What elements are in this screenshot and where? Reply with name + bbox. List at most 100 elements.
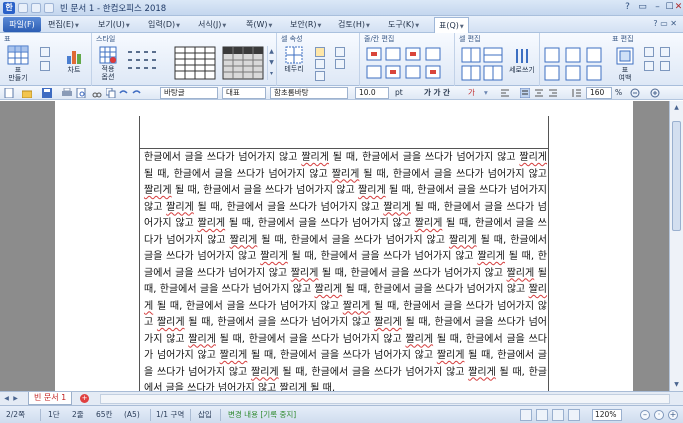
- align-justify-icon[interactable]: [520, 88, 530, 98]
- vertical-scrollbar[interactable]: ▲ ▼: [669, 101, 683, 391]
- zoom-input[interactable]: 160: [586, 87, 612, 99]
- table-style-dark[interactable]: [222, 46, 264, 80]
- font-color-button[interactable]: 가: [468, 87, 475, 99]
- undo-icon[interactable]: [118, 88, 128, 98]
- lang-select[interactable]: 대표: [222, 87, 266, 99]
- preview-icon[interactable]: [76, 88, 86, 98]
- zoom-out-icon[interactable]: [630, 88, 640, 98]
- menu-security[interactable]: 보안(R)▼: [290, 17, 321, 32]
- table-margin-button[interactable]: 표 여백: [612, 47, 638, 82]
- scroll-thumb[interactable]: [672, 121, 681, 231]
- menu-review[interactable]: 검토(H)▼: [338, 17, 370, 32]
- app-icon[interactable]: 한: [3, 2, 15, 14]
- line-spacing-icon[interactable]: [572, 88, 582, 98]
- zoom-slider-handle[interactable]: ·: [654, 410, 664, 420]
- view-page-icon[interactable]: [536, 409, 548, 421]
- quick-menu-icon[interactable]: [44, 3, 54, 13]
- status-track-changes[interactable]: 변경 내용 [기록 중지]: [228, 409, 296, 421]
- table-style-grid[interactable]: [174, 46, 216, 80]
- view-web-icon[interactable]: [552, 409, 564, 421]
- erase-table-icon[interactable]: [40, 61, 50, 71]
- file-menu[interactable]: 파일(F): [3, 17, 41, 32]
- spellcheck-word: 짤리게: [506, 267, 535, 279]
- spellcheck-word: 짤리게: [358, 185, 386, 196]
- status-page[interactable]: 2/2쪽: [6, 409, 25, 421]
- vertical-text-icon: [516, 49, 528, 63]
- save-icon[interactable]: [42, 88, 52, 98]
- menu-insert[interactable]: 입력(D)▼: [148, 17, 180, 32]
- view-outline-icon[interactable]: [568, 409, 580, 421]
- table-style-plain[interactable]: [126, 47, 166, 81]
- horizontal-scrollbar[interactable]: [100, 394, 670, 404]
- style-select[interactable]: 바탕글: [160, 87, 218, 99]
- tab-next-icon[interactable]: ▶: [12, 394, 19, 403]
- zoom-in-icon[interactable]: [650, 88, 660, 98]
- copy-icon[interactable]: [106, 88, 116, 98]
- menu-right-controls[interactable]: ? ▭ ✕: [653, 19, 677, 28]
- scroll-down-icon[interactable]: ▼: [672, 380, 681, 389]
- chart-button[interactable]: 차트: [60, 47, 88, 74]
- zoom-plus-button[interactable]: +: [668, 410, 678, 420]
- document-page[interactable]: 한글에서 글을 쓰다가 넘어가지 않고 짤리게 될 때, 한글에서 글을 쓰다가…: [55, 101, 633, 391]
- line-style-icon[interactable]: [315, 71, 325, 81]
- table-props-icon[interactable]: [644, 47, 654, 57]
- restore-ribbon-icon[interactable]: ▭: [636, 2, 649, 14]
- table-sort-icon[interactable]: [660, 61, 670, 71]
- scroll-up-icon[interactable]: ▲: [672, 103, 681, 112]
- table-calc-icon[interactable]: [660, 47, 670, 57]
- menu-tools[interactable]: 도구(K)▼: [388, 17, 419, 32]
- quick-save-icon[interactable]: [18, 3, 28, 13]
- style-gallery-scroll[interactable]: ▲ ▼ ▾: [267, 46, 275, 80]
- document-canvas[interactable]: 한글에서 글을 쓰다가 넘어가지 않고 짤리게 될 때, 한글에서 글을 쓰다가…: [0, 101, 669, 391]
- cell-fill-icon[interactable]: [315, 47, 325, 57]
- border-button[interactable]: 테두리: [282, 46, 306, 73]
- menu-edit[interactable]: 편집(E)▼: [48, 17, 79, 32]
- vertical-write-button[interactable]: 세로쓰기: [507, 47, 537, 74]
- align-right-icon[interactable]: [548, 88, 558, 98]
- quick-undo-icon[interactable]: [31, 3, 41, 13]
- font-select[interactable]: 함초롬바탕: [270, 87, 348, 99]
- menu-page[interactable]: 쪽(W)▼: [246, 17, 272, 32]
- spellcheck-word: 짤리게: [448, 234, 477, 246]
- row-col-insert-icons[interactable]: [366, 47, 450, 81]
- table-margin-icon: [616, 47, 634, 65]
- zoom-minus-button[interactable]: –: [640, 410, 650, 420]
- new-doc-icon[interactable]: [4, 88, 14, 98]
- print-icon[interactable]: [62, 88, 72, 98]
- tab-prev-icon[interactable]: ◀: [3, 394, 10, 403]
- text-run: 될 때, 한글에서 글을 쓰다가 넘어가지 않고: [153, 300, 343, 312]
- font-size-input[interactable]: 10.0: [355, 87, 389, 99]
- bold-italic-underline-buttons[interactable]: 가 가 간: [424, 87, 450, 99]
- cell-align-icon[interactable]: [335, 47, 345, 57]
- make-table-button[interactable]: 표 만들기: [4, 45, 32, 82]
- highlight-button[interactable]: ▾: [484, 87, 488, 99]
- text-run: 될 때,: [307, 383, 336, 391]
- redo-icon[interactable]: [132, 88, 142, 98]
- status-insert-mode[interactable]: 삽입: [198, 409, 212, 421]
- status-zoom-select[interactable]: 120%: [592, 409, 622, 421]
- cut-icon[interactable]: [92, 88, 102, 98]
- menu-table-active[interactable]: 표(Q)▼: [434, 17, 469, 33]
- chevron-down-icon: ▼: [75, 23, 79, 29]
- apply-options-button[interactable]: 적용 옵션: [95, 46, 121, 81]
- align-center-icon[interactable]: [534, 88, 544, 98]
- text-run: 될 때, 한글에서 글을 쓰다가 넘어가지 않고: [247, 350, 437, 361]
- draw-table-icon[interactable]: [40, 47, 50, 57]
- menu-view[interactable]: 보기(U)▼: [98, 17, 130, 32]
- close-icon[interactable]: ✕: [672, 2, 683, 14]
- table-edit-icons[interactable]: [544, 47, 608, 81]
- doc-tab[interactable]: 빈 문서 1: [28, 392, 73, 405]
- menu-format[interactable]: 서식(J)▼: [198, 17, 226, 32]
- cell-valign-icon[interactable]: [335, 59, 345, 69]
- spellcheck-word: 짤리게: [279, 383, 308, 391]
- text-run: 될 때, 한글에서 글을 쓰다가 넘어가지 않고: [278, 366, 469, 378]
- table-caption-icon[interactable]: [644, 61, 654, 71]
- document-body-text[interactable]: 한글에서 글을 쓰다가 넘어가지 않고 짤리게 될 때, 한글에서 글을 쓰다가…: [144, 150, 547, 391]
- align-left-icon[interactable]: [500, 88, 510, 98]
- open-folder-icon[interactable]: [22, 88, 32, 98]
- view-normal-icon[interactable]: [520, 409, 532, 421]
- line-color-icon[interactable]: [315, 59, 325, 69]
- merge-split-icons[interactable]: [461, 47, 505, 81]
- help-icon[interactable]: ?: [621, 2, 634, 14]
- add-tab-icon[interactable]: +: [80, 394, 89, 403]
